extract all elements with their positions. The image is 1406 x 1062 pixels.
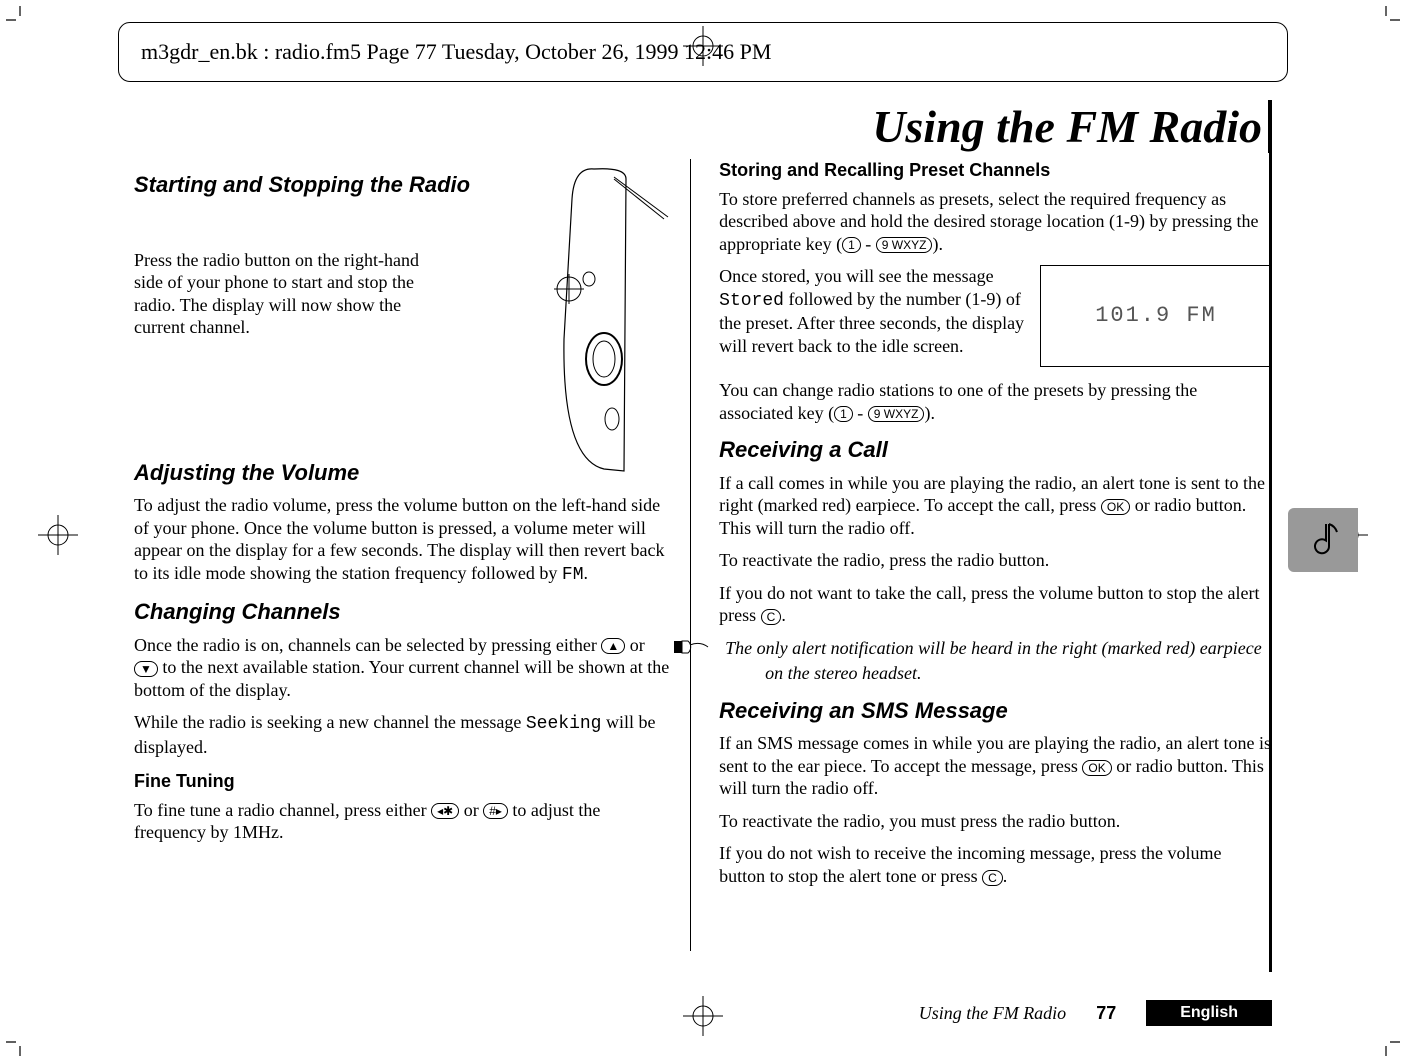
text-fragment: - (861, 234, 876, 254)
section-tab (1288, 508, 1358, 572)
subsection-presets: Storing and Recalling Preset Channels (719, 159, 1272, 182)
text-fragment: to the next available station. Your curr… (134, 657, 669, 700)
music-note-icon (1303, 518, 1343, 562)
preset-paragraph-block: 101.9 FM Once stored, you will see the m… (719, 265, 1272, 373)
text-fragment: You can change radio stations to one of … (719, 380, 1197, 423)
footer-title: Using the FM Radio (919, 1003, 1066, 1024)
header-text: m3gdr_en.bk : radio.fm5 Page 77 Tuesday,… (141, 39, 771, 65)
section-heading-call: Receiving a Call (719, 436, 1272, 464)
crop-mark-icon (6, 1028, 34, 1056)
display-word-stored: Stored (719, 291, 784, 311)
text-fragment: . (584, 563, 589, 583)
text-fragment: ). (924, 403, 935, 423)
text-fragment: . (1003, 866, 1008, 886)
key-down-icon: ▼ (134, 661, 158, 677)
body-text: If an SMS message comes in while you are… (719, 732, 1272, 800)
framemaker-header: m3gdr_en.bk : radio.fm5 Page 77 Tuesday,… (118, 22, 1288, 82)
subsection-fine-tuning: Fine Tuning (134, 770, 672, 793)
text-fragment: ). (932, 234, 943, 254)
key-ok-icon: OK (1101, 499, 1130, 515)
text-fragment: . (781, 605, 786, 625)
body-text: To fine tune a radio channel, press eith… (134, 799, 672, 844)
display-word-seeking: Seeking (526, 714, 602, 734)
phone-illustration (514, 159, 704, 479)
body-text: To adjust the radio volume, press the vo… (134, 494, 672, 586)
phone-display-text: 101.9 FM (1095, 302, 1217, 330)
crop-mark-icon (6, 6, 34, 34)
text-fragment: Once stored, you will see the message (719, 266, 993, 286)
key-ok-icon: OK (1082, 760, 1111, 776)
note-body: The only alert notification will be hear… (725, 638, 1262, 684)
note-text: The only alert notification will be hear… (719, 637, 1272, 685)
key-up-icon: ▲ (601, 638, 625, 654)
body-text: To reactivate the radio, press the radio… (719, 549, 1272, 572)
text-fragment: If you do not want to take the call, pre… (719, 583, 1259, 626)
key-1-icon: 1 (834, 406, 853, 422)
key-1-icon: 1 (842, 237, 861, 253)
key-c-icon: C (982, 870, 1003, 886)
text-fragment: or (459, 800, 483, 820)
body-text: If a call comes in while you are playing… (719, 472, 1272, 540)
phone-display-box: 101.9 FM (1040, 265, 1272, 367)
key-9-icon: 9 WXYZ (876, 237, 933, 253)
text-fragment: If you do not wish to receive the incomi… (719, 843, 1221, 886)
crop-mark-icon (1372, 1028, 1400, 1056)
body-text: If you do not wish to receive the incomi… (719, 842, 1272, 887)
key-star-icon: ◂✱ (431, 803, 459, 819)
page-footer: Using the FM Radio 77 English (134, 1000, 1272, 1026)
body-text: Press the radio button on the right-hand… (134, 249, 434, 339)
section-heading-channels: Changing Channels (134, 598, 672, 626)
crop-mark-icon (1372, 6, 1400, 34)
key-hash-icon: #▸ (483, 803, 508, 819)
left-column: Starting and Stopping the Radio Press th… (134, 159, 691, 951)
page-title: Using the FM Radio (134, 100, 1272, 153)
key-9-icon: 9 WXYZ (868, 406, 925, 422)
body-text: If you do not want to take the call, pre… (719, 582, 1272, 627)
footer-page-number: 77 (1096, 1003, 1116, 1024)
body-text: While the radio is seeking a new channel… (134, 711, 672, 758)
body-text: You can change radio stations to one of … (719, 379, 1272, 424)
right-column: Storing and Recalling Preset Channels To… (715, 159, 1272, 951)
footer-language-badge: English (1146, 1000, 1272, 1026)
text-fragment: To fine tune a radio channel, press eith… (134, 800, 431, 820)
key-c-icon: C (761, 609, 782, 625)
body-text: To reactivate the radio, you must press … (719, 810, 1272, 833)
section-heading-sms: Receiving an SMS Message (719, 697, 1272, 725)
display-word-fm: FM (562, 565, 584, 585)
text-fragment: To store preferred channels as presets, … (719, 189, 1258, 254)
text-fragment: While the radio is seeking a new channel… (134, 712, 526, 732)
columns: Starting and Stopping the Radio Press th… (134, 159, 1272, 951)
text-fragment: or (625, 635, 645, 655)
text-fragment: - (853, 403, 868, 423)
body-text: Once the radio is on, channels can be se… (134, 634, 672, 702)
registration-mark-icon (34, 511, 82, 559)
body-text: To store preferred channels as presets, … (719, 188, 1272, 256)
page-content: Using the FM Radio Starting and Stopping… (134, 100, 1272, 972)
text-fragment: Once the radio is on, channels can be se… (134, 635, 601, 655)
